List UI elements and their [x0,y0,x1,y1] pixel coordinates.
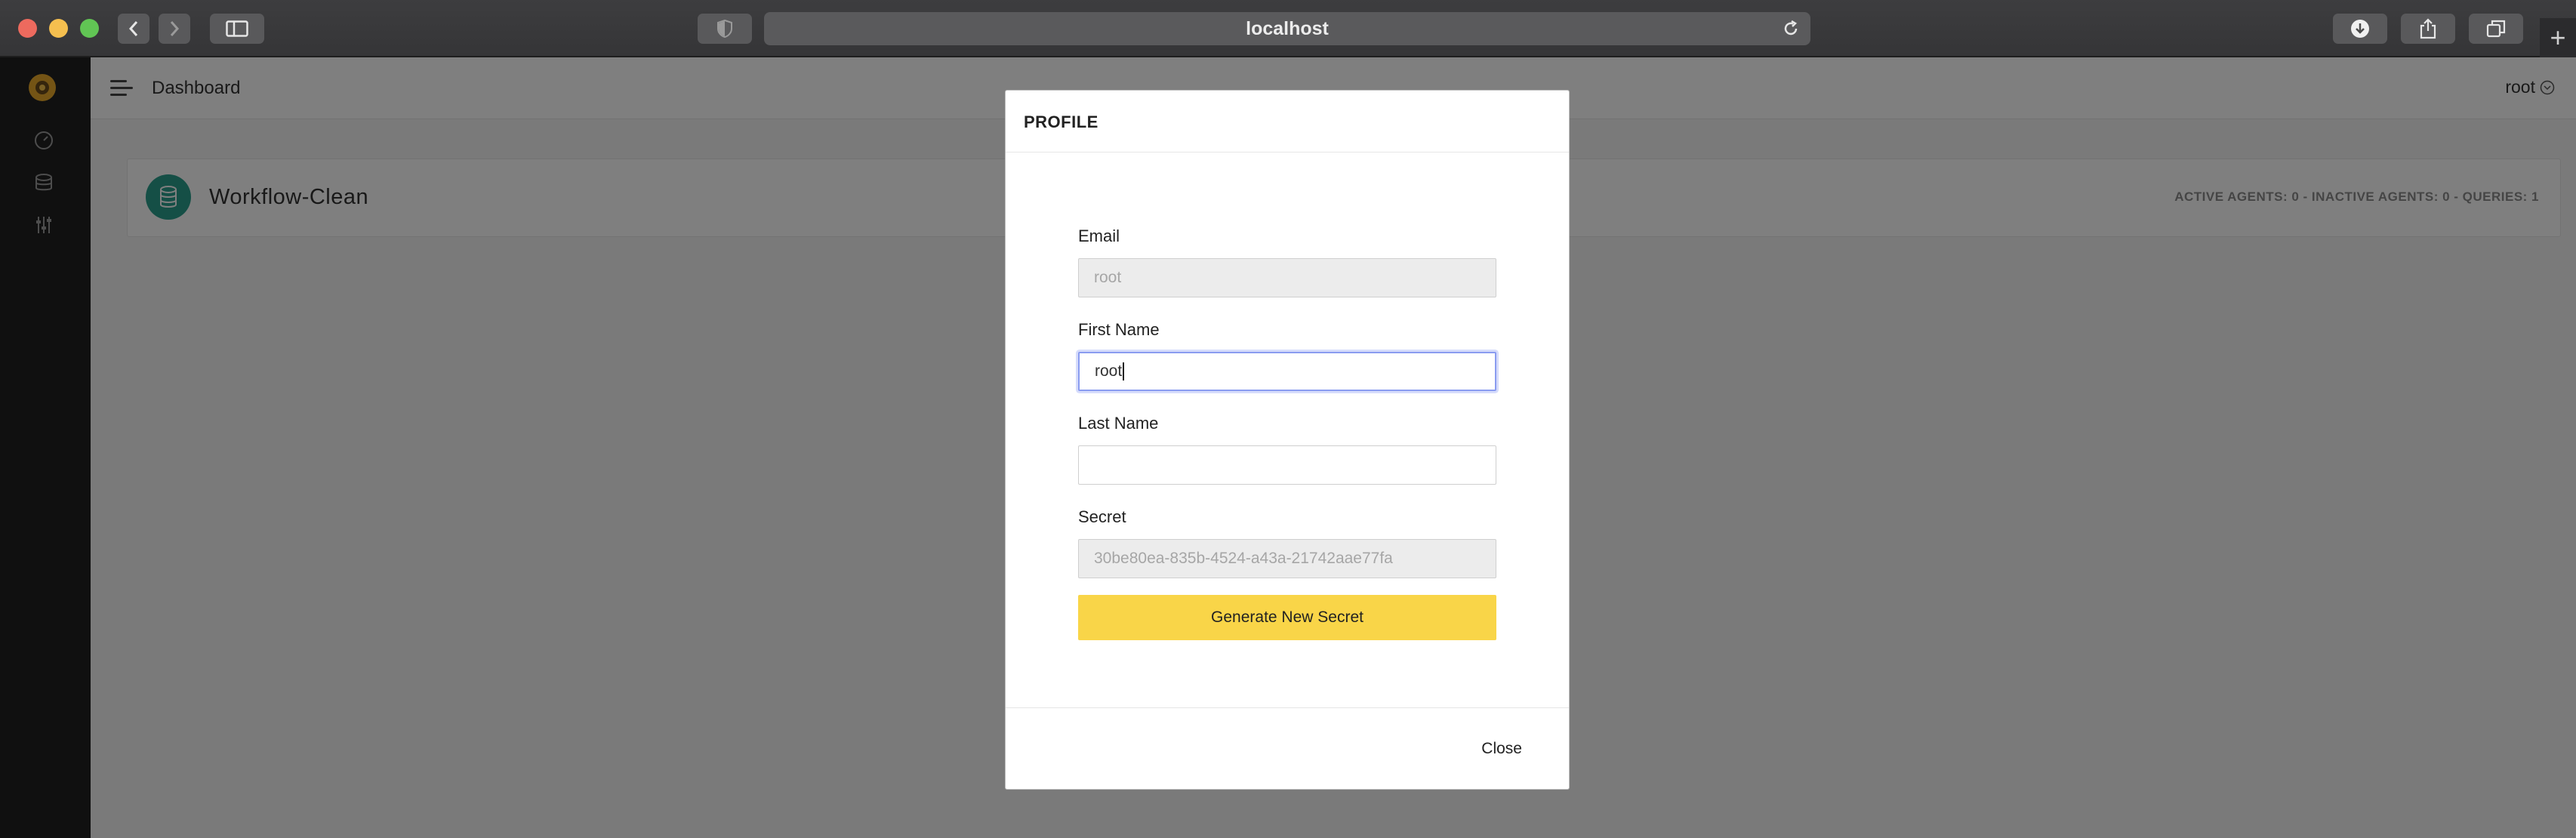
last-name-label: Last Name [1078,414,1159,433]
window-zoom-button[interactable] [80,19,99,38]
first-name-label: First Name [1078,320,1160,339]
download-icon [2351,20,2369,38]
reload-icon[interactable] [1782,20,1800,38]
forward-button[interactable] [159,14,190,44]
modal-header: PROFILE [1006,91,1569,153]
new-tab-button[interactable]: + [2540,18,2576,57]
window-close-button[interactable] [18,19,37,38]
generate-secret-button[interactable]: Generate New Secret [1078,595,1496,640]
profile-form: Email root First Name root Last Name Sec… [1078,226,1496,640]
plus-icon: + [2550,22,2566,53]
email-field[interactable]: root [1078,258,1496,297]
sidebar-toggle-button[interactable] [210,14,264,44]
browser-titlebar: localhost + [0,0,2576,57]
address-bar[interactable]: localhost [764,12,1810,45]
last-name-field[interactable] [1078,445,1496,485]
secret-field[interactable]: 30be80ea-835b-4524-a43a-21742aae77fa [1078,539,1496,578]
privacy-shield-button[interactable] [698,14,752,44]
window-minimize-button[interactable] [49,19,68,38]
chevron-left-icon [128,21,138,36]
chevron-right-icon [170,21,180,36]
email-label: Email [1078,226,1120,245]
share-icon [2420,18,2436,39]
share-button[interactable] [2401,14,2455,44]
modal-title: PROFILE [1024,112,1098,131]
sidebar-icon [226,20,248,37]
first-name-field[interactable]: root [1078,352,1496,391]
downloads-button[interactable] [2333,14,2387,44]
first-name-value: root [1095,362,1123,380]
tabs-icon [2486,20,2506,38]
modal-footer: Close [1006,707,1569,789]
back-button[interactable] [118,14,149,44]
tabs-overview-button[interactable] [2469,14,2523,44]
close-button[interactable]: Close [1481,740,1522,758]
secret-label: Secret [1078,507,1126,526]
email-value: root [1094,269,1122,286]
profile-modal: PROFILE Email root First Name root Last … [1005,90,1570,790]
text-caret [1123,362,1125,380]
shield-icon [717,20,732,38]
secret-value: 30be80ea-835b-4524-a43a-21742aae77fa [1094,550,1393,567]
url-text: localhost [1246,17,1329,39]
